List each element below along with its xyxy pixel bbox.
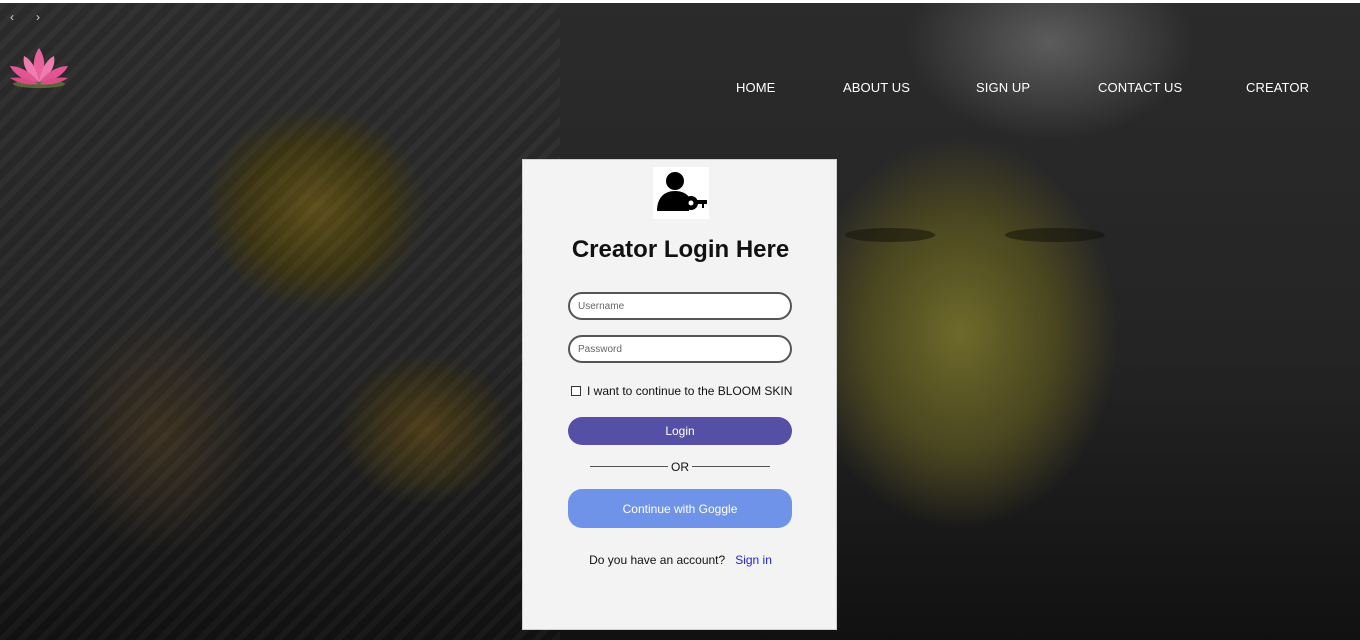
username-input[interactable] — [568, 292, 792, 320]
continue-checkbox-row[interactable]: I want to continue to the BLOOM SKIN — [571, 384, 792, 398]
login-title: Creator Login Here — [571, 236, 790, 263]
background-pattern — [0, 3, 560, 640]
menu-sign-up[interactable]: SIGN UP — [976, 80, 1030, 95]
login-button[interactable]: Login — [568, 417, 792, 445]
divider-line-right — [692, 466, 770, 467]
continue-checkbox[interactable] — [571, 386, 581, 396]
back-arrow-icon[interactable]: ‹ — [10, 10, 14, 24]
account-prompt: Do you have an account? Sign in — [523, 553, 838, 567]
password-input[interactable] — [568, 335, 792, 363]
main-menu: HOME ABOUT US SIGN UP CONTACT US CREATOR — [0, 80, 1360, 96]
background-eye-left — [845, 228, 935, 242]
google-login-button[interactable]: Continue with Goggle — [568, 489, 792, 528]
continue-checkbox-label: I want to continue to the BLOOM SKIN — [587, 384, 793, 398]
background-eye-right — [1005, 228, 1105, 242]
browser-nav: ‹ › — [10, 10, 40, 24]
login-card: Creator Login Here I want to continue to… — [522, 159, 837, 630]
menu-creator[interactable]: CREATOR — [1246, 80, 1309, 95]
forward-arrow-icon[interactable]: › — [36, 10, 40, 24]
user-key-icon — [653, 167, 709, 219]
menu-about-us[interactable]: ABOUT US — [843, 80, 910, 95]
or-text: OR — [671, 460, 689, 474]
signin-link[interactable]: Sign in — [735, 553, 772, 567]
menu-home[interactable]: HOME — [736, 80, 775, 95]
account-question: Do you have an account? — [589, 553, 726, 567]
menu-contact-us[interactable]: CONTACT US — [1098, 80, 1182, 95]
or-divider: OR — [590, 460, 770, 474]
